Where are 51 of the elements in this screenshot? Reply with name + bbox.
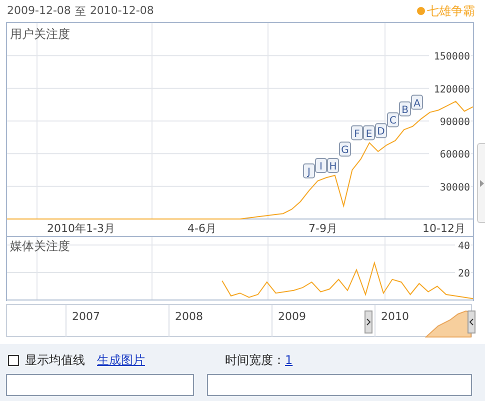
input-field[interactable]	[6, 374, 194, 396]
event-marker[interactable]: J	[303, 163, 315, 178]
annotation: E	[366, 128, 372, 140]
legend-label: 七雄争霸	[427, 2, 475, 20]
checkbox[interactable]	[8, 354, 19, 366]
y-tick-label: 30000	[440, 182, 470, 194]
date-separator: 至	[74, 4, 86, 18]
x-tick-label: 4-6月	[188, 222, 216, 235]
year-label: 2008	[175, 310, 203, 323]
event-marker[interactable]: I	[315, 158, 327, 173]
date-from: 2009-12-08	[7, 4, 71, 18]
export-image-link[interactable]: 生成图片	[97, 352, 145, 368]
y-tick-label: 20	[458, 268, 470, 280]
year-label: 2007	[72, 310, 100, 323]
event-marker[interactable]: F	[351, 125, 363, 140]
annotation: D	[377, 126, 386, 138]
y-tick-label: 60000	[440, 150, 470, 161]
event-marker[interactable]: D	[375, 123, 387, 138]
event-marker[interactable]: G	[339, 142, 351, 157]
event-marker[interactable]: A	[411, 94, 423, 110]
chart-title: 媒体关注度	[10, 239, 70, 253]
time-width-link[interactable]: 1	[285, 353, 293, 367]
event-marker[interactable]: E	[363, 125, 375, 140]
event-marker[interactable]: H	[327, 158, 339, 173]
chart-title: 用户关注度	[10, 27, 70, 41]
input-field[interactable]	[207, 374, 472, 396]
annotation: B	[402, 104, 409, 116]
checkbox-label: 显示均值线	[25, 352, 85, 368]
y-tick-label: 40	[458, 241, 470, 252]
date-to: 2010-12-08	[90, 4, 154, 18]
triangle-icon	[480, 180, 484, 186]
range-handle[interactable]	[468, 310, 476, 334]
y-tick-label: 120000	[434, 84, 470, 96]
x-tick-label: 2010年1-3月	[47, 222, 115, 235]
year-label: 2010	[381, 310, 409, 323]
x-tick-label: 10-12月	[422, 222, 466, 235]
annotation: J	[306, 166, 310, 178]
annotation: G	[341, 145, 349, 156]
annotation: A	[414, 98, 421, 110]
year-label: 2009	[278, 310, 306, 323]
annotation: H	[329, 161, 337, 172]
event-marker[interactable]: C	[387, 112, 399, 128]
event-marker[interactable]: B	[399, 101, 411, 116]
x-tick-label: 7-9月	[308, 222, 338, 235]
annotation: F	[354, 128, 360, 140]
time-width-label: 时间宽度：	[225, 352, 285, 368]
range-handle[interactable]	[364, 310, 372, 334]
y-tick-label: 90000	[440, 117, 470, 128]
annotation: C	[390, 116, 397, 127]
annotation: I	[320, 161, 322, 172]
y-tick-label: 150000	[434, 52, 470, 63]
